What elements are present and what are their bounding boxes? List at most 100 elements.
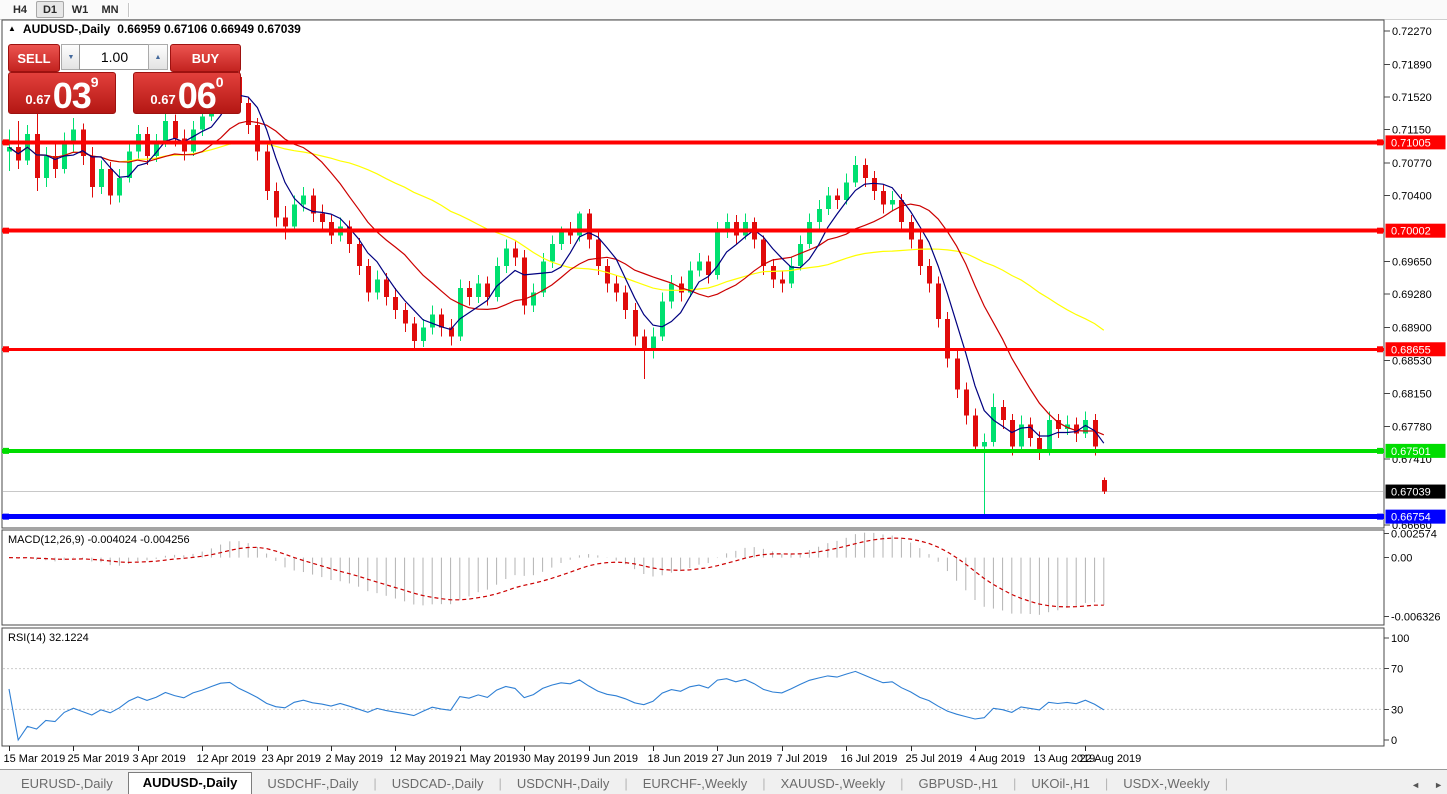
candle-body [605,266,610,284]
buy-price-prefix: 0.67 [150,92,176,107]
macd-axis-label: 0.002574 [1391,529,1437,541]
buy-button[interactable]: BUY [170,44,241,72]
candle-body [384,279,389,297]
candle-body [550,244,555,262]
candle-body [945,318,950,359]
price-axis-badge-label: 0.68655 [1391,344,1431,356]
price-axis-label: 0.68530 [1392,355,1432,367]
tab-usdchf-daily[interactable]: USDCHF-,Daily [252,773,373,794]
candle-body [366,266,371,293]
price-axis-badge-label: 0.70002 [1391,226,1431,238]
tab-ukoil-h1[interactable]: UKOil-,H1 [1016,773,1105,794]
buy-price-big: 06 [177,75,217,116]
candle-body [513,248,518,258]
candle-body [669,283,674,302]
candle-body [292,204,297,227]
candle-body [329,222,334,236]
sell-price-display[interactable]: 0.67 03 9 [8,72,116,114]
chart-title-symbol: AUDUSD-,Daily [22,22,111,36]
date-axis-label: 30 May 2019 [519,753,583,765]
volume-input[interactable]: 1.00 [79,44,150,70]
candle-body [863,164,868,179]
candle-body [467,288,472,297]
level-line-handle[interactable] [1377,447,1383,454]
tab-usdcnh-daily[interactable]: USDCNH-,Daily [502,773,624,794]
candle-body [890,200,895,205]
candle-body [412,323,417,341]
candle-body [633,310,638,337]
level-line-handle[interactable] [1377,513,1383,520]
candle-body [780,279,785,284]
level-line-handle[interactable] [1377,227,1383,234]
buy-price-display[interactable]: 0.67 06 0 [133,72,241,114]
date-axis-label: 18 Jun 2019 [648,753,709,765]
candle-body [955,358,960,390]
date-axis-label: 3 Apr 2019 [133,753,186,765]
date-axis-label: 7 Jul 2019 [777,753,828,765]
price-axis-label: 0.68150 [1392,389,1432,401]
tab-eurusd-daily[interactable]: EURUSD-,Daily [6,773,128,794]
level-line-handle[interactable] [3,139,9,146]
candle-body [881,191,886,205]
price-axis-label: 0.69280 [1392,289,1432,301]
level-line-handle[interactable] [3,513,9,520]
candle-body [163,120,168,143]
date-axis-label: 15 Mar 2019 [4,753,66,765]
candle-body [283,217,288,227]
macd-axis-label: 0.00 [1391,553,1412,565]
candle-body [614,283,619,293]
candle-body [798,244,803,267]
candle-body [255,125,260,152]
tab-eurchf-weekly[interactable]: EURCHF-,Weekly [628,773,763,794]
level-line-handle[interactable] [1377,139,1383,146]
price-axis-badge-label: 0.71005 [1391,137,1431,149]
price-axis-label: 0.71150 [1392,125,1431,137]
candle-body [596,239,601,267]
candle-body [853,164,858,183]
volume-increase-button[interactable]: ▲ [148,44,168,70]
candle-body [173,120,178,139]
price-axis: 0.72270 0.71890 0.71520 0.71150 0.70770 0.704… [1384,26,1446,747]
rsi-axis-label: 100 [1391,633,1409,645]
candle-body [495,266,500,297]
candle-body [108,169,113,196]
level-line-handle[interactable] [3,346,9,353]
price-axis-label: 0.67780 [1392,421,1432,433]
tab-scroll-left-icon[interactable]: ◄ [1411,780,1420,790]
level-line-handle[interactable] [1377,346,1383,353]
candle-body [421,327,426,341]
price-axis-badge-label: 0.66754 [1391,512,1431,524]
level-line-handle[interactable] [3,447,9,454]
tab-separator: | [1224,776,1229,791]
candle-body [559,230,564,245]
sell-button[interactable]: SELL [8,44,60,72]
tab-scroll-right-icon[interactable]: ► [1434,780,1443,790]
candle-body [476,283,481,297]
tab-audusd-daily[interactable]: AUDUSD-,Daily [127,772,253,794]
sell-price-prefix: 0.67 [25,92,51,107]
date-axis-label: 2 May 2019 [326,753,383,765]
candle-body [899,200,904,223]
candle-body [918,239,923,267]
triangle-down-icon: ▼ [67,53,75,61]
tab-usdcad-daily[interactable]: USDCAD-,Daily [377,773,499,794]
collapse-chart-icon[interactable]: ▲ [8,24,16,33]
date-axis-label: 9 Jun 2019 [584,753,638,765]
macd-label: MACD(12,26,9) -0.004024 -0.004256 [8,534,190,546]
sell-price-sup: 9 [90,74,99,90]
tab-xauusd-weekly[interactable]: XAUUSD-,Weekly [766,773,901,794]
candle-body [761,239,766,267]
one-click-trading-panel: SELL ▼ 1.00 ▲ BUY 0.67 03 9 0.67 06 0 [8,44,241,114]
price-chart-canvas[interactable]: 0.72270 0.71890 0.71520 0.71150 0.70770 0.704… [0,0,1447,770]
candle-body [1010,420,1015,447]
candle-body [117,178,122,196]
candle-body [430,314,435,328]
level-line-handle[interactable] [3,227,9,234]
tab-gbpusd-h1[interactable]: GBPUSD-,H1 [904,773,1013,794]
volume-decrease-button[interactable]: ▼ [61,44,81,70]
tab-usdx-weekly[interactable]: USDX-,Weekly [1108,773,1224,794]
candle-body [1028,424,1033,438]
candle-body [660,301,665,337]
price-axis-badge-label: 0.67501 [1391,446,1431,458]
rsi-axis-label: 0 [1391,735,1397,747]
